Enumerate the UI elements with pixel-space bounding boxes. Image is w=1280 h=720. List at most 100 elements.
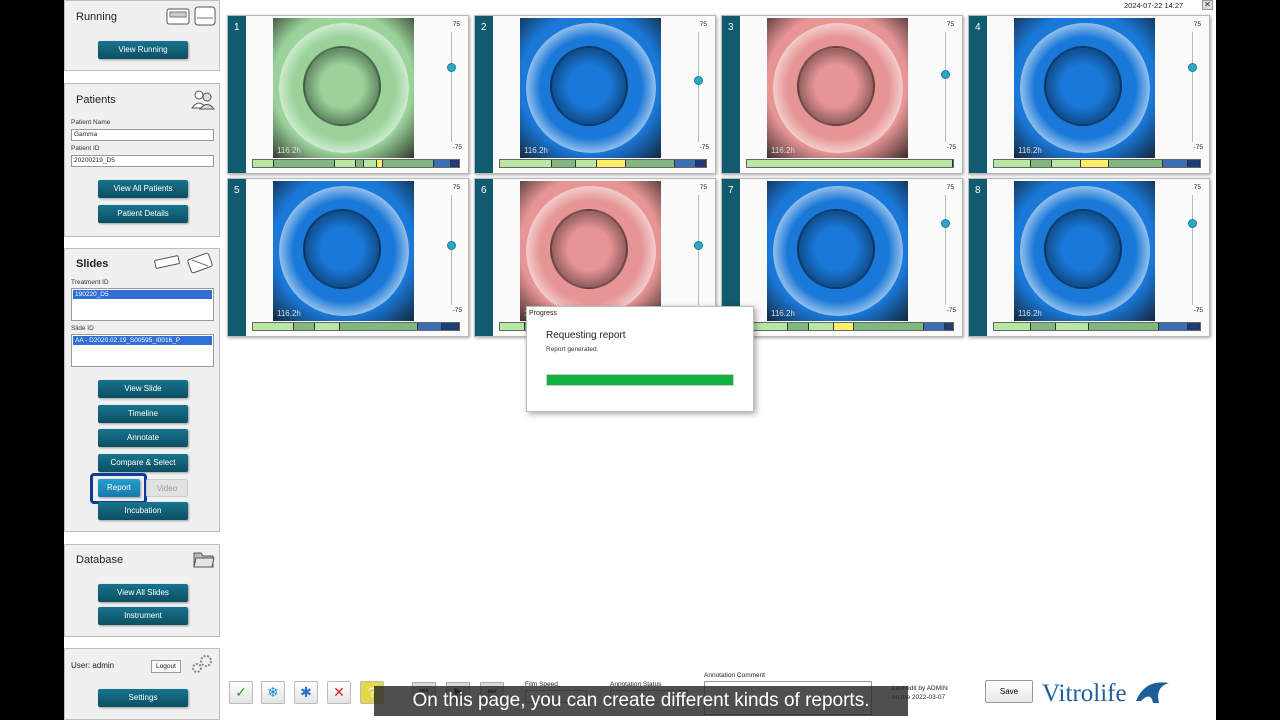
focus-slider-knob[interactable] xyxy=(447,63,456,73)
annotate-button[interactable]: Annotate xyxy=(98,429,188,447)
timeline-segment xyxy=(747,160,953,167)
progress-dialog: Progress Requesting report Report genera… xyxy=(526,306,754,412)
timeline-segment xyxy=(294,323,315,330)
slide-id-list[interactable]: AA - D2020.02.19_S00595_I0016_P xyxy=(71,334,214,367)
treatment-id-list[interactable]: 190220_D5 xyxy=(71,288,214,321)
save-button[interactable]: Save xyxy=(985,680,1033,703)
transfer-icon[interactable]: ✱ xyxy=(294,681,318,704)
embryo-image[interactable]: 116.2h xyxy=(273,18,414,158)
video-button[interactable]: Video xyxy=(146,479,188,497)
compare-select-button[interactable]: Compare & Select xyxy=(98,454,188,472)
treatment-id-selected[interactable]: 190220_D5 xyxy=(73,290,212,299)
embryo-image[interactable]: 116.2h xyxy=(767,181,908,321)
timeline-segment xyxy=(1158,323,1188,330)
settings-button[interactable]: Settings xyxy=(98,689,188,707)
patients-title: Patients xyxy=(76,94,116,106)
annotation-timeline[interactable] xyxy=(499,159,707,168)
report-button[interactable]: Report xyxy=(98,479,140,497)
embryo-well[interactable]: 3 116.2h 75 -75 xyxy=(721,15,963,174)
timeline-segment xyxy=(596,160,626,167)
instrument-button[interactable]: Instrument xyxy=(98,607,188,625)
focus-slider-track[interactable] xyxy=(1192,195,1193,305)
timeline-segment xyxy=(625,160,676,167)
annotation-timeline[interactable] xyxy=(993,322,1201,331)
timeline-segment xyxy=(339,323,418,330)
cross-icon[interactable]: ✕ xyxy=(327,681,351,704)
embryo xyxy=(1044,209,1122,289)
database-panel: Database View All Slides Instrument xyxy=(64,544,220,637)
logout-button[interactable]: Logout xyxy=(151,660,181,673)
patient-details-button[interactable]: Patient Details xyxy=(98,205,188,223)
timeline-segment xyxy=(314,323,340,330)
timeline-segment xyxy=(364,160,377,167)
focus-slider-max: 75 xyxy=(452,21,460,28)
focus-slider-min: -75 xyxy=(1193,144,1203,151)
focus-slider-knob[interactable] xyxy=(447,240,456,250)
check-icon[interactable]: ✓ xyxy=(229,681,253,704)
focus-slider-max: 75 xyxy=(699,21,707,28)
patient-id-field[interactable]: 20200219_D5 xyxy=(71,155,214,167)
focus-slider-max: 75 xyxy=(699,184,707,191)
vitrolife-logo: Vitrolife xyxy=(1042,677,1173,708)
embryo-image[interactable]: 116.2h xyxy=(1014,181,1155,321)
focus-slider-knob[interactable] xyxy=(941,218,950,228)
embryo xyxy=(303,209,381,289)
timeline-button[interactable]: Timeline xyxy=(98,405,188,423)
incubation-button[interactable]: Incubation xyxy=(98,502,188,520)
close-icon[interactable]: ✕ xyxy=(1202,0,1213,10)
embryo-well[interactable]: 1 116.2h 75 -75 xyxy=(227,15,469,174)
vitrolife-wave-icon xyxy=(1135,682,1169,703)
view-running-button[interactable]: View Running xyxy=(98,41,188,59)
embryo-well[interactable]: 2 116.2h 75 -75 xyxy=(474,15,716,174)
focus-slider-track[interactable] xyxy=(698,195,699,305)
timeline-segment xyxy=(1051,160,1081,167)
well-number: 1 xyxy=(234,22,240,33)
view-all-patients-button[interactable]: View All Patients xyxy=(98,180,188,198)
embryo-well[interactable]: 7 116.2h 75 -75 xyxy=(721,178,963,337)
vitrolife-logo-text: Vitrolife xyxy=(1042,680,1127,707)
slide-id-selected[interactable]: AA - D2020.02.19_S00595_I0016_P xyxy=(73,336,212,345)
embryo-well[interactable]: 8 116.2h 75 -75 xyxy=(968,178,1210,337)
annotation-timeline[interactable] xyxy=(252,159,460,168)
embryo-image[interactable]: 116.2h xyxy=(1014,18,1155,158)
annotation-timeline[interactable] xyxy=(746,322,954,331)
annotation-timeline[interactable] xyxy=(746,159,954,168)
snowflake-icon[interactable]: ❄ xyxy=(261,681,285,704)
focus-slider-max: 75 xyxy=(946,184,954,191)
well-time: 116.2h xyxy=(771,146,795,155)
embryo xyxy=(303,46,381,126)
embryo-image[interactable]: 116.2h xyxy=(767,18,908,158)
timeline-segment xyxy=(944,323,953,330)
focus-slider-track[interactable] xyxy=(698,32,699,142)
embryo-well[interactable]: 5 116.2h 75 -75 xyxy=(227,178,469,337)
timeline-segment xyxy=(1162,160,1188,167)
embryo-image[interactable]: 116.2h xyxy=(520,18,661,158)
focus-slider-track[interactable] xyxy=(1192,32,1193,142)
embryo-image[interactable]: 116.2h xyxy=(273,181,414,321)
focus-slider-track[interactable] xyxy=(451,32,452,142)
embryo-image[interactable]: 116.2h xyxy=(520,181,661,321)
focus-slider-knob[interactable] xyxy=(694,76,703,86)
annotation-timeline[interactable] xyxy=(993,159,1201,168)
focus-slider-knob[interactable] xyxy=(694,240,703,250)
gear-icon[interactable] xyxy=(189,653,215,678)
focus-slider-knob[interactable] xyxy=(941,69,950,79)
well-strip: 1 xyxy=(228,16,246,173)
annotation-timeline[interactable] xyxy=(252,322,460,331)
view-slide-button[interactable]: View Slide xyxy=(98,380,188,398)
well-strip: 4 xyxy=(969,16,987,173)
focus-slider-track[interactable] xyxy=(945,32,946,142)
focus-slider-track[interactable] xyxy=(451,195,452,305)
timeline-segment xyxy=(788,323,809,330)
focus-slider-knob[interactable] xyxy=(1188,63,1197,73)
slides-title: Slides xyxy=(76,258,109,270)
focus-slider-knob[interactable] xyxy=(1188,218,1197,228)
embryo xyxy=(1044,46,1122,126)
view-all-slides-button[interactable]: View All Slides xyxy=(98,584,188,602)
slide-id-label: Slide ID xyxy=(71,325,94,332)
focus-slider-track[interactable] xyxy=(945,195,946,305)
instrument-icon xyxy=(165,6,217,31)
embryo-well[interactable]: 4 116.2h 75 -75 xyxy=(968,15,1210,174)
patient-name-field[interactable]: Gamma xyxy=(71,129,214,141)
timeline-segment xyxy=(924,323,945,330)
